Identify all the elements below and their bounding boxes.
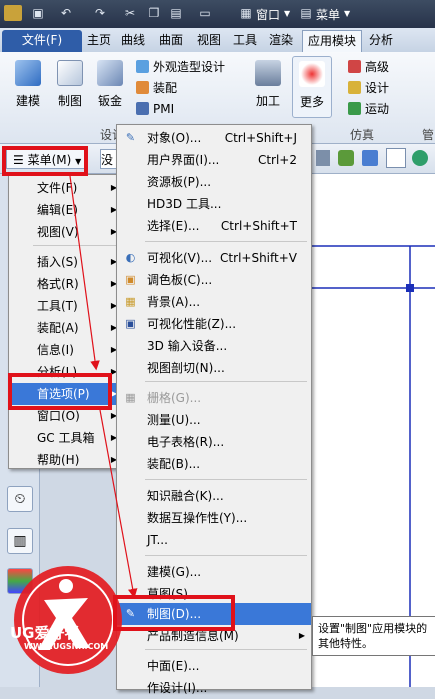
arrow-line [99, 409, 138, 599]
arrow-line [69, 175, 100, 371]
annotation-arrows [69, 175, 138, 599]
